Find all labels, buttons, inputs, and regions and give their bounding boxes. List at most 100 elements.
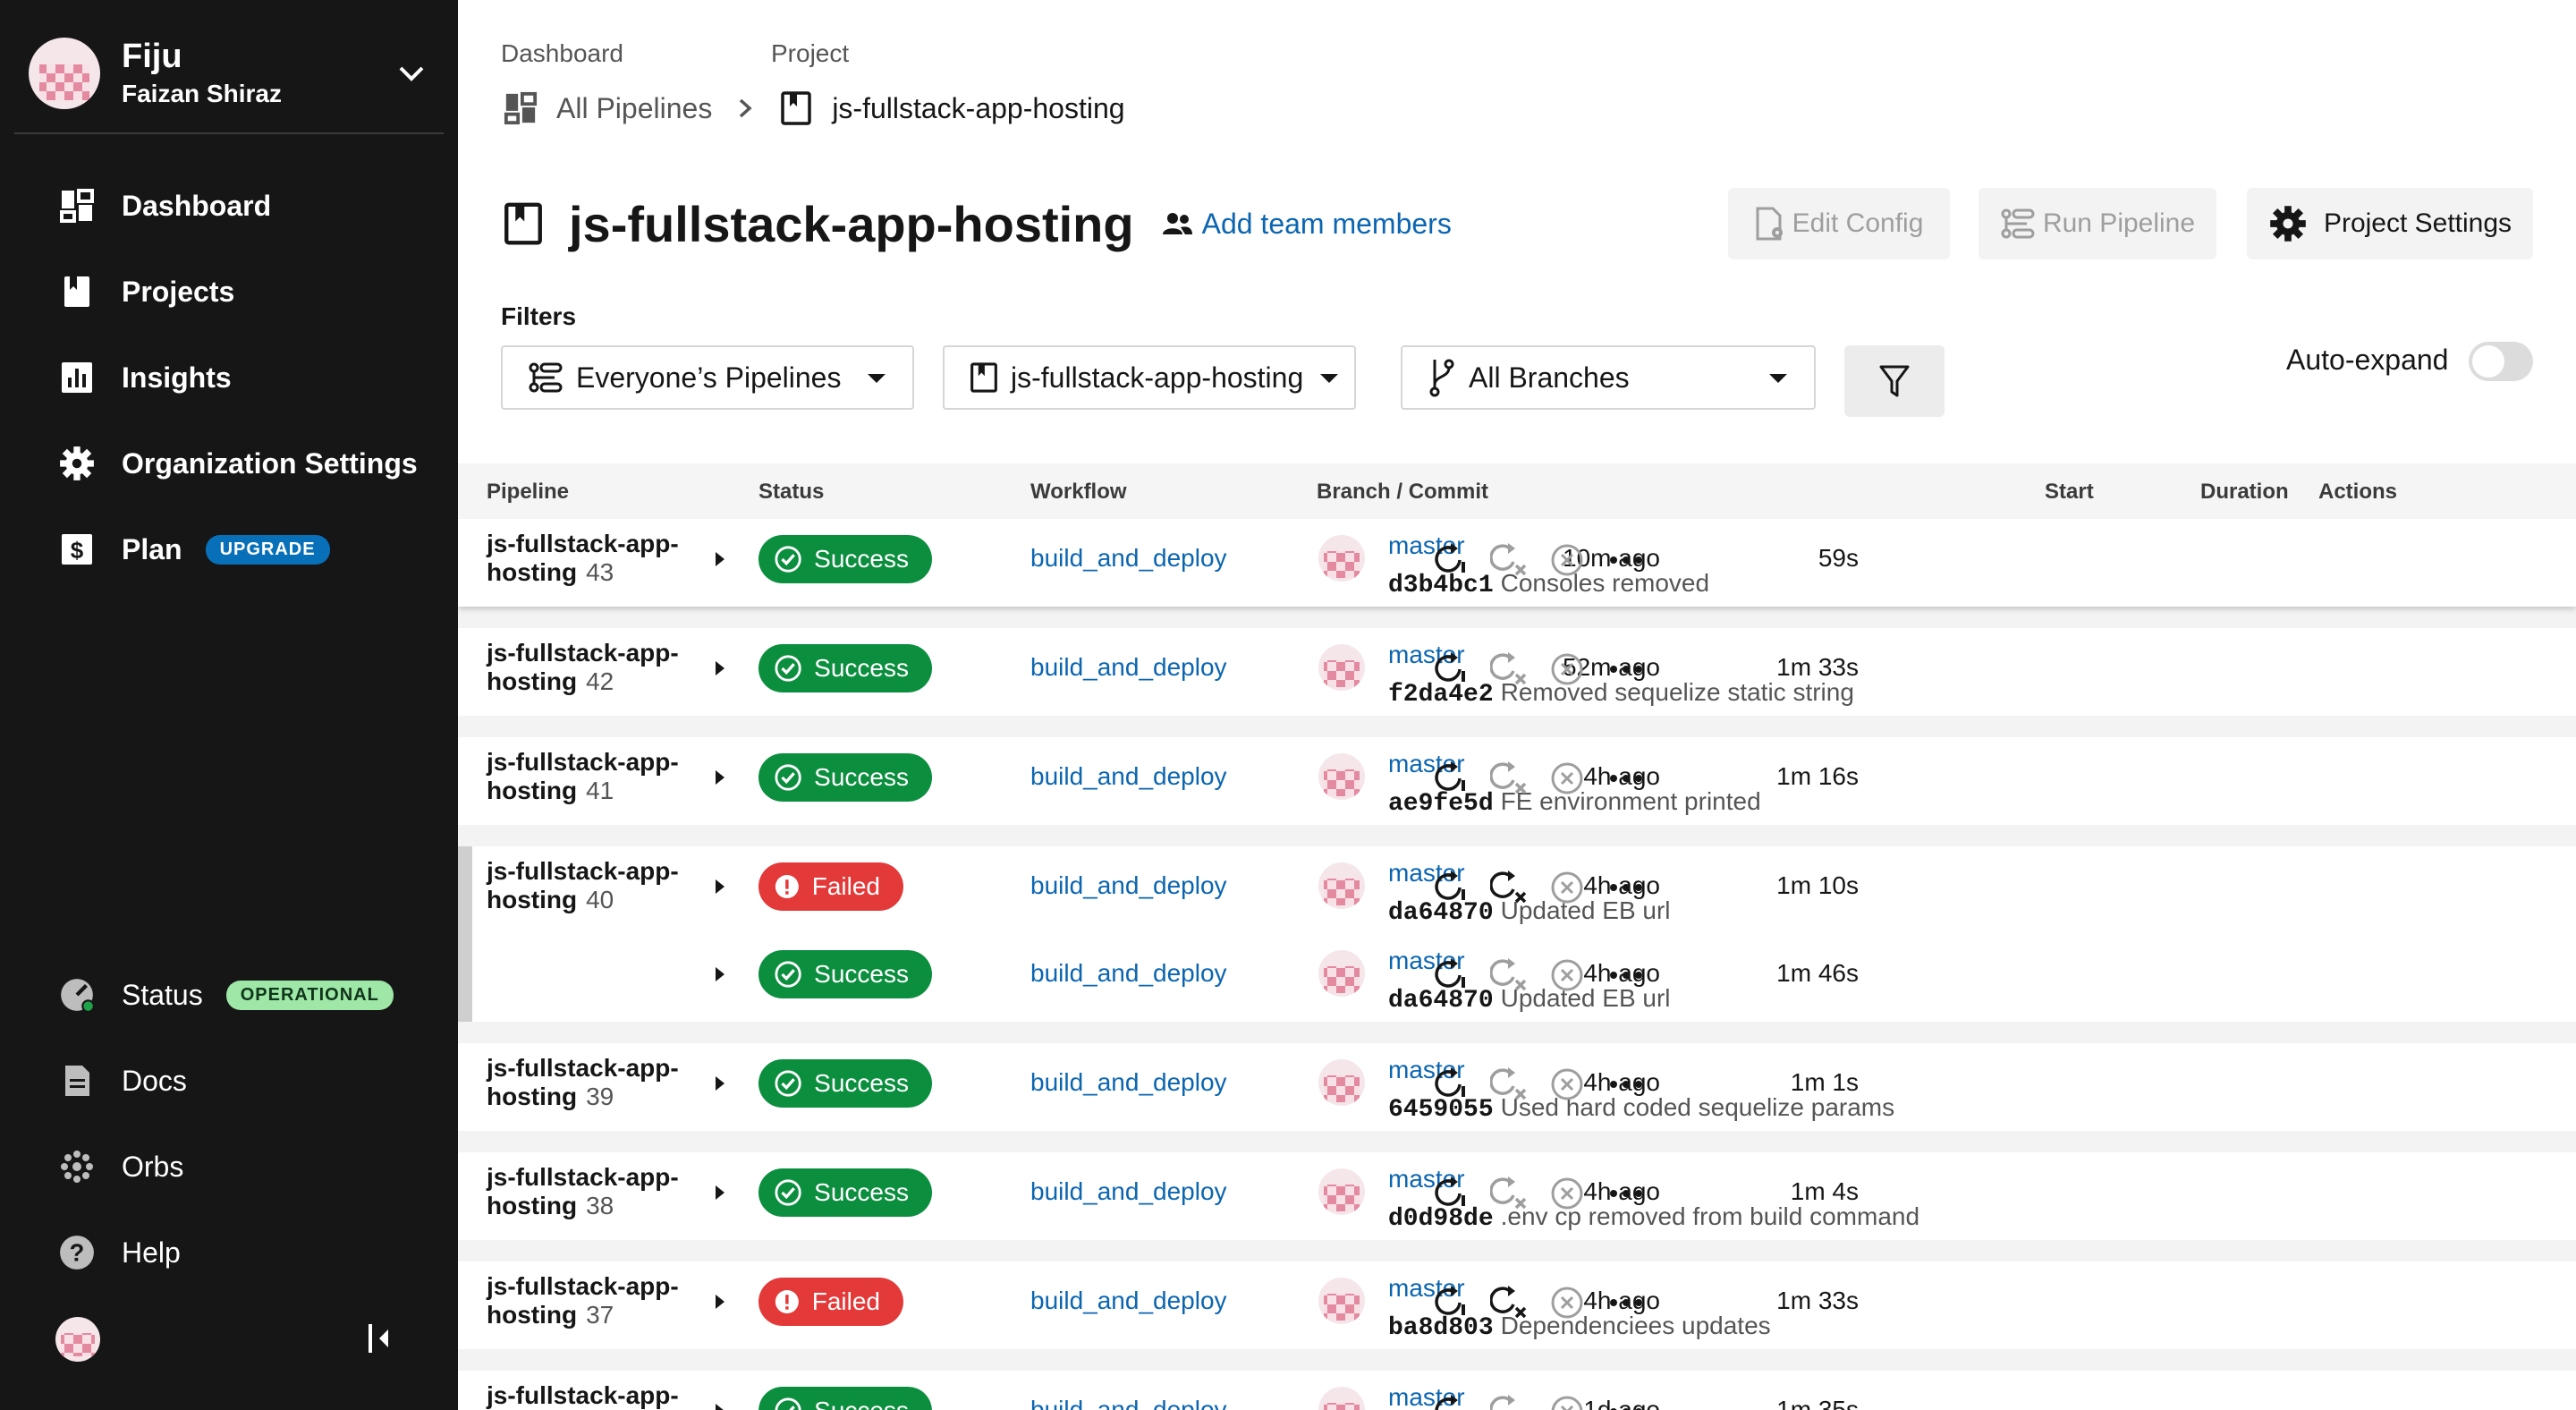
rerun-failed-jobs-icon[interactable] — [1490, 1065, 1530, 1104]
status-badge[interactable]: Failed — [758, 1278, 903, 1326]
expand-caret-icon[interactable] — [716, 770, 724, 785]
breadcrumb-all-pipelines[interactable]: All Pipelines — [556, 92, 712, 125]
rerun-failed-jobs-icon[interactable] — [1490, 540, 1530, 580]
workflow-link[interactable]: build_and_deploy — [1030, 1396, 1227, 1410]
upgrade-badge[interactable]: UPGRADE — [205, 534, 330, 565]
nav-docs[interactable]: Docs — [57, 1054, 187, 1108]
more-actions-icon[interactable] — [1606, 868, 1646, 907]
cancel-workflow-icon[interactable] — [1547, 868, 1587, 907]
sidebar: Fiju Faizan Shiraz Dashboard Projects In… — [0, 0, 458, 1410]
nav-status[interactable]: Status OPERATIONAL — [57, 968, 394, 1022]
workflow-link[interactable]: build_and_deploy — [1030, 1177, 1227, 1206]
nav-projects[interactable]: Projects — [57, 265, 234, 319]
rerun-workflow-icon[interactable] — [1433, 1065, 1472, 1104]
branch-filter-dropdown[interactable]: All Branches — [1401, 345, 1816, 410]
nav-help[interactable]: ? Help — [57, 1226, 181, 1279]
expand-caret-icon[interactable] — [716, 661, 724, 675]
org-switcher[interactable]: Fiju Faizan Shiraz — [14, 14, 444, 134]
auto-expand-toggle[interactable] — [2469, 342, 2533, 381]
add-team-members-link[interactable]: Add team members — [1161, 208, 1452, 241]
duration: 1m 33s — [1776, 1287, 1859, 1314]
more-actions-icon[interactable] — [1606, 1065, 1646, 1104]
rerun-workflow-icon[interactable] — [1433, 956, 1472, 995]
status-badge[interactable]: Success — [758, 535, 932, 583]
status-badge[interactable]: Success — [758, 1059, 932, 1108]
status-badge[interactable]: Success — [758, 950, 932, 998]
nav-organization-settings[interactable]: Organization Settings — [57, 437, 418, 490]
nav-plan[interactable]: $ Plan UPGRADE — [57, 522, 330, 576]
run-pipeline-button[interactable]: Run Pipeline — [1979, 188, 2216, 259]
rerun-failed-jobs-icon[interactable] — [1490, 759, 1530, 798]
more-actions-icon[interactable] — [1606, 650, 1646, 689]
more-actions-icon[interactable] — [1606, 1392, 1646, 1410]
cancel-workflow-icon[interactable] — [1547, 956, 1587, 995]
workflow-link[interactable]: build_and_deploy — [1030, 762, 1227, 791]
nav-orbs[interactable]: Orbs — [57, 1140, 183, 1193]
expand-caret-icon[interactable] — [716, 879, 724, 894]
rerun-failed-jobs-icon[interactable] — [1490, 868, 1530, 907]
rerun-workflow-icon[interactable] — [1433, 868, 1472, 907]
workflow-link[interactable]: build_and_deploy — [1030, 1287, 1227, 1315]
pipeline-row[interactable]: js-fullstack-app-hosting 42 Success build_a… — [458, 628, 2576, 716]
pipeline-row[interactable]: js-fullstack-app-hosting 43 Success build_a… — [458, 519, 2576, 607]
nav-dashboard[interactable]: Dashboard — [57, 179, 271, 233]
more-actions-icon[interactable] — [1606, 759, 1646, 798]
cancel-workflow-icon[interactable] — [1547, 650, 1587, 689]
advanced-filter-button[interactable] — [1844, 345, 1945, 417]
rerun-workflow-icon[interactable] — [1433, 1392, 1472, 1410]
chevron-down-icon[interactable] — [394, 55, 429, 91]
rerun-workflow-icon[interactable] — [1433, 540, 1472, 580]
rerun-workflow-icon[interactable] — [1433, 650, 1472, 689]
rerun-failed-jobs-icon[interactable] — [1490, 1174, 1530, 1213]
more-actions-icon[interactable] — [1606, 540, 1646, 580]
rerun-workflow-icon[interactable] — [1433, 1283, 1472, 1322]
expand-caret-icon[interactable] — [716, 967, 724, 981]
rerun-failed-jobs-icon[interactable] — [1490, 650, 1530, 689]
cancel-workflow-icon[interactable] — [1547, 759, 1587, 798]
more-actions-icon[interactable] — [1606, 956, 1646, 995]
pipeline-row[interactable]: js-fullstack-app-hosting 37 Failed build_an… — [458, 1261, 2576, 1349]
more-actions-icon[interactable] — [1606, 1283, 1646, 1322]
expand-caret-icon[interactable] — [716, 1076, 724, 1091]
expand-caret-icon[interactable] — [716, 1404, 724, 1410]
breadcrumb-project[interactable]: js-fullstack-app-hosting — [832, 92, 1124, 125]
workflow-link[interactable]: build_and_deploy — [1030, 871, 1227, 900]
status-badge[interactable]: Success — [758, 1168, 932, 1217]
project-settings-button[interactable]: Project Settings — [2247, 188, 2533, 259]
cancel-workflow-icon[interactable] — [1547, 1174, 1587, 1213]
more-actions-icon[interactable] — [1606, 1174, 1646, 1213]
pipeline-row[interactable]: js-fullstack-app-hosting36Successbuild_a… — [458, 1371, 2576, 1410]
pipeline-row[interactable]: js-fullstack-app-hosting 39 Success build_a… — [458, 1043, 2576, 1131]
status-badge[interactable]: Success — [758, 1387, 932, 1410]
chevron-right-icon — [740, 98, 752, 118]
nav-insights[interactable]: Insights — [57, 351, 232, 404]
user-avatar[interactable] — [55, 1317, 100, 1362]
cancel-workflow-icon[interactable] — [1547, 540, 1587, 580]
rerun-failed-jobs-icon[interactable] — [1490, 1392, 1530, 1410]
status-badge[interactable]: Failed — [758, 862, 903, 911]
expand-caret-icon[interactable] — [716, 552, 724, 566]
collapse-sidebar-icon[interactable] — [361, 1319, 397, 1358]
workflow-link[interactable]: build_and_deploy — [1030, 544, 1227, 573]
check-circle-icon — [775, 1070, 801, 1097]
cancel-workflow-icon[interactable] — [1547, 1065, 1587, 1104]
expand-caret-icon[interactable] — [716, 1295, 724, 1309]
workflow-link[interactable]: build_and_deploy — [1030, 1068, 1227, 1097]
cancel-workflow-icon[interactable] — [1547, 1283, 1587, 1322]
rerun-failed-jobs-icon[interactable] — [1490, 956, 1530, 995]
rerun-failed-jobs-icon[interactable] — [1490, 1283, 1530, 1322]
workflow-link[interactable]: build_and_deploy — [1030, 653, 1227, 682]
pipeline-row[interactable]: js-fullstack-app-hosting 41 Success build_a… — [458, 737, 2576, 825]
status-badge[interactable]: Success — [758, 753, 932, 802]
workflow-link[interactable]: build_and_deploy — [1030, 959, 1227, 988]
rerun-workflow-icon[interactable] — [1433, 1174, 1472, 1213]
edit-config-button[interactable]: Edit Config — [1728, 188, 1950, 259]
pipeline-row[interactable]: js-fullstack-app-hosting 40 Failed build_an… — [458, 846, 2576, 1022]
pipeline-row[interactable]: js-fullstack-app-hosting 38 Success build_a… — [458, 1152, 2576, 1240]
cancel-workflow-icon[interactable] — [1547, 1392, 1587, 1410]
rerun-workflow-icon[interactable] — [1433, 759, 1472, 798]
status-badge[interactable]: Success — [758, 644, 932, 692]
pipelines-filter-dropdown[interactable]: Everyone’s Pipelines — [501, 345, 914, 410]
project-filter-dropdown[interactable]: js-fullstack-app-hosting — [943, 345, 1356, 410]
expand-caret-icon[interactable] — [716, 1185, 724, 1200]
